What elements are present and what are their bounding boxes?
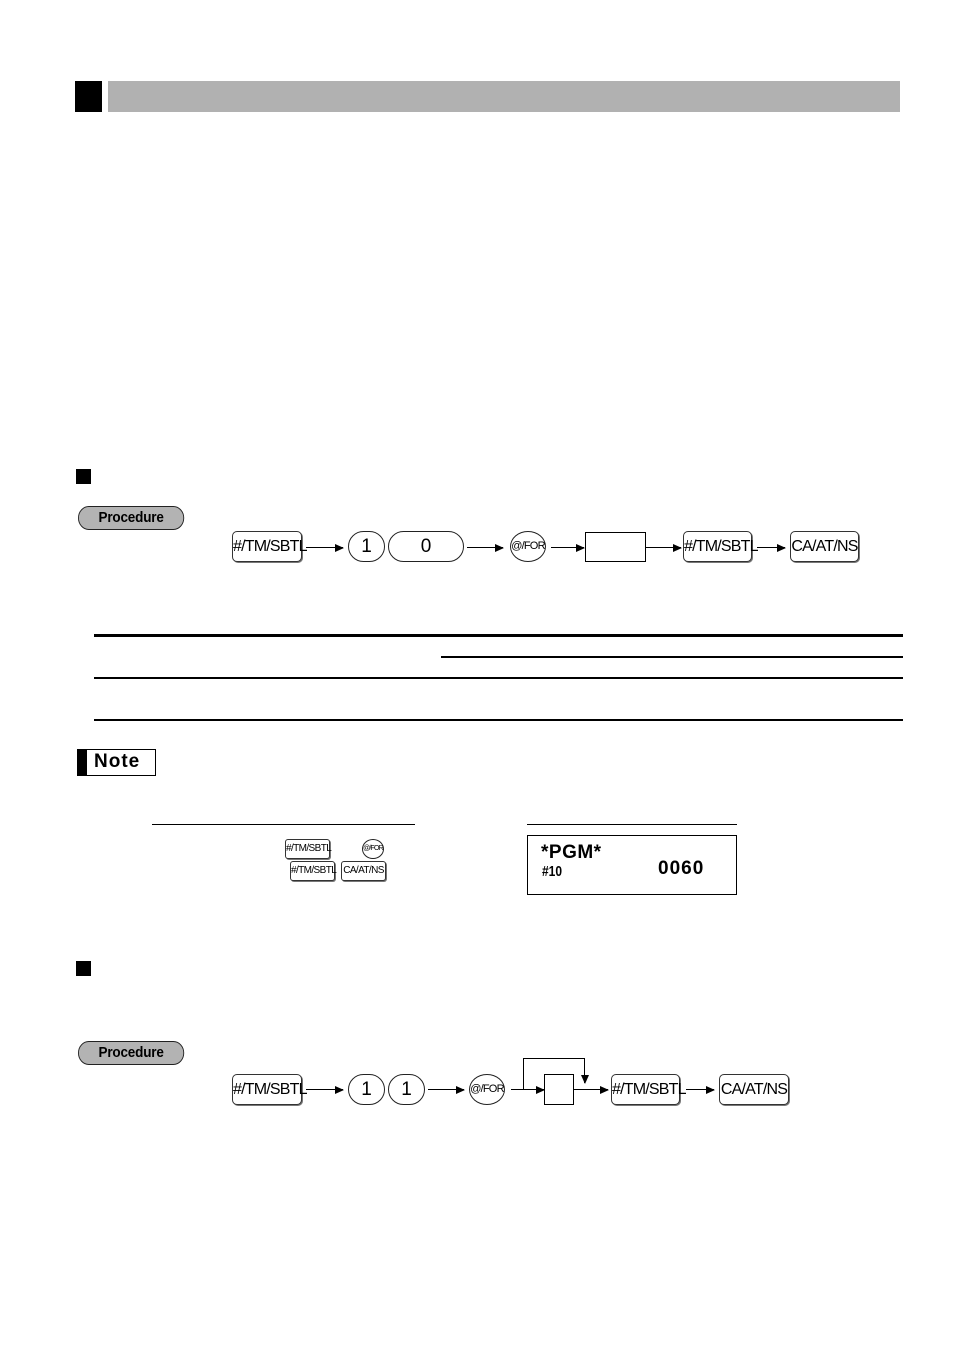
register-display: *PGM* #10 0060 bbox=[527, 835, 737, 895]
procedure-label-1: Procedure bbox=[78, 506, 185, 530]
subsection-bullet-1 bbox=[76, 469, 91, 484]
value-input-box-1 bbox=[585, 532, 646, 562]
subtotal-key-1: #/TM/SBTL bbox=[232, 531, 308, 562]
arrow-icon bbox=[551, 542, 585, 554]
arrow-icon bbox=[686, 1084, 715, 1096]
section-title-bar bbox=[108, 81, 900, 112]
note-column-rule-left bbox=[152, 824, 415, 826]
numeric-key-1: 1 bbox=[348, 531, 385, 562]
table-top-rule bbox=[94, 634, 903, 637]
value-input-box-2 bbox=[544, 1074, 574, 1105]
arrow-icon bbox=[574, 1084, 609, 1096]
numeric-key-1b: 1 bbox=[388, 1074, 425, 1105]
note-cash-key: CA/AT/NS bbox=[341, 861, 386, 881]
display-job-code: #10 bbox=[542, 863, 563, 880]
subsection-bullet-2 bbox=[76, 961, 91, 976]
table-header-rule bbox=[94, 677, 903, 679]
table-bottom-rule bbox=[94, 719, 903, 721]
numeric-key-0: 0 bbox=[388, 531, 464, 562]
note-subtotal-key-1: #/TM/SBTL bbox=[285, 839, 332, 859]
for-key-2: @/FOR bbox=[469, 1074, 505, 1105]
note-for-key: @/FOR bbox=[362, 839, 384, 859]
bypass-line-up bbox=[523, 1058, 525, 1090]
procedure-label-2: Procedure bbox=[78, 1041, 185, 1065]
subtotal-key-3: #/TM/SBTL bbox=[232, 1074, 308, 1105]
arrow-icon bbox=[757, 542, 786, 554]
display-mode-text: *PGM* bbox=[541, 842, 602, 863]
note-column-rule-right bbox=[527, 824, 737, 826]
table-header-subrule bbox=[441, 656, 903, 658]
section-marker bbox=[75, 81, 102, 112]
note-label: Note bbox=[77, 749, 156, 776]
arrow-icon bbox=[511, 1084, 545, 1096]
cash-key-1: CA/AT/NS bbox=[790, 531, 859, 562]
bypass-arrow-down-icon bbox=[579, 1058, 591, 1084]
arrow-icon bbox=[467, 542, 504, 554]
subtotal-key-4: #/TM/SBTL bbox=[611, 1074, 687, 1105]
cash-key-2: CA/AT/NS bbox=[719, 1074, 789, 1105]
bypass-line-top bbox=[523, 1058, 585, 1060]
note-subtotal-key-2: #/TM/SBTL bbox=[290, 861, 337, 881]
numeric-key-1a: 1 bbox=[348, 1074, 385, 1105]
arrow-icon bbox=[646, 542, 682, 554]
arrow-icon bbox=[428, 1084, 465, 1096]
arrow-icon bbox=[306, 542, 344, 554]
display-value: 0060 bbox=[658, 858, 705, 879]
arrow-icon bbox=[306, 1084, 344, 1096]
subtotal-key-2: #/TM/SBTL bbox=[683, 531, 759, 562]
for-key-1: @/FOR bbox=[510, 531, 546, 562]
